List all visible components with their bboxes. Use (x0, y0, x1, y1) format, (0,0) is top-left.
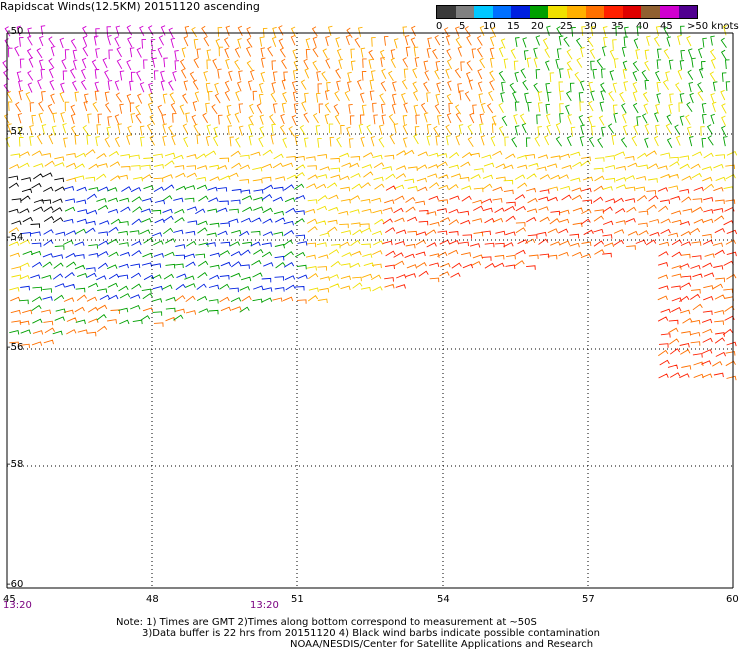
lat-label: -50 (7, 26, 24, 37)
lat-label: -56 (7, 342, 24, 353)
lon-label: 54 (437, 594, 450, 605)
time-label: 13:20 (3, 600, 32, 611)
lon-label: 48 (146, 594, 159, 605)
lat-label: -54 (7, 232, 24, 243)
lat-label: -58 (7, 459, 24, 470)
wind-barb-group (5, 25, 738, 293)
note-line: Note: 1) Times are GMT 2)Times along bot… (116, 617, 537, 628)
wind-barb-group (20, 184, 308, 301)
lon-label: 57 (582, 594, 595, 605)
time-label: 13:20 (250, 600, 279, 611)
note-line: NOAA/NESDIS/Center for Satellite Applica… (290, 639, 594, 650)
lon-label: 60 (726, 594, 739, 605)
lat-label: -60 (7, 579, 24, 590)
note-line: 3)Data buffer is 22 hrs from 20151120 4)… (142, 628, 600, 639)
lon-label: 51 (291, 594, 304, 605)
wind-barb-map (2, 25, 738, 589)
lat-label: -52 (7, 126, 24, 137)
wind-barb-group (8, 172, 66, 228)
wind-barbs (2, 25, 738, 381)
wind-barb-group (2, 25, 180, 94)
